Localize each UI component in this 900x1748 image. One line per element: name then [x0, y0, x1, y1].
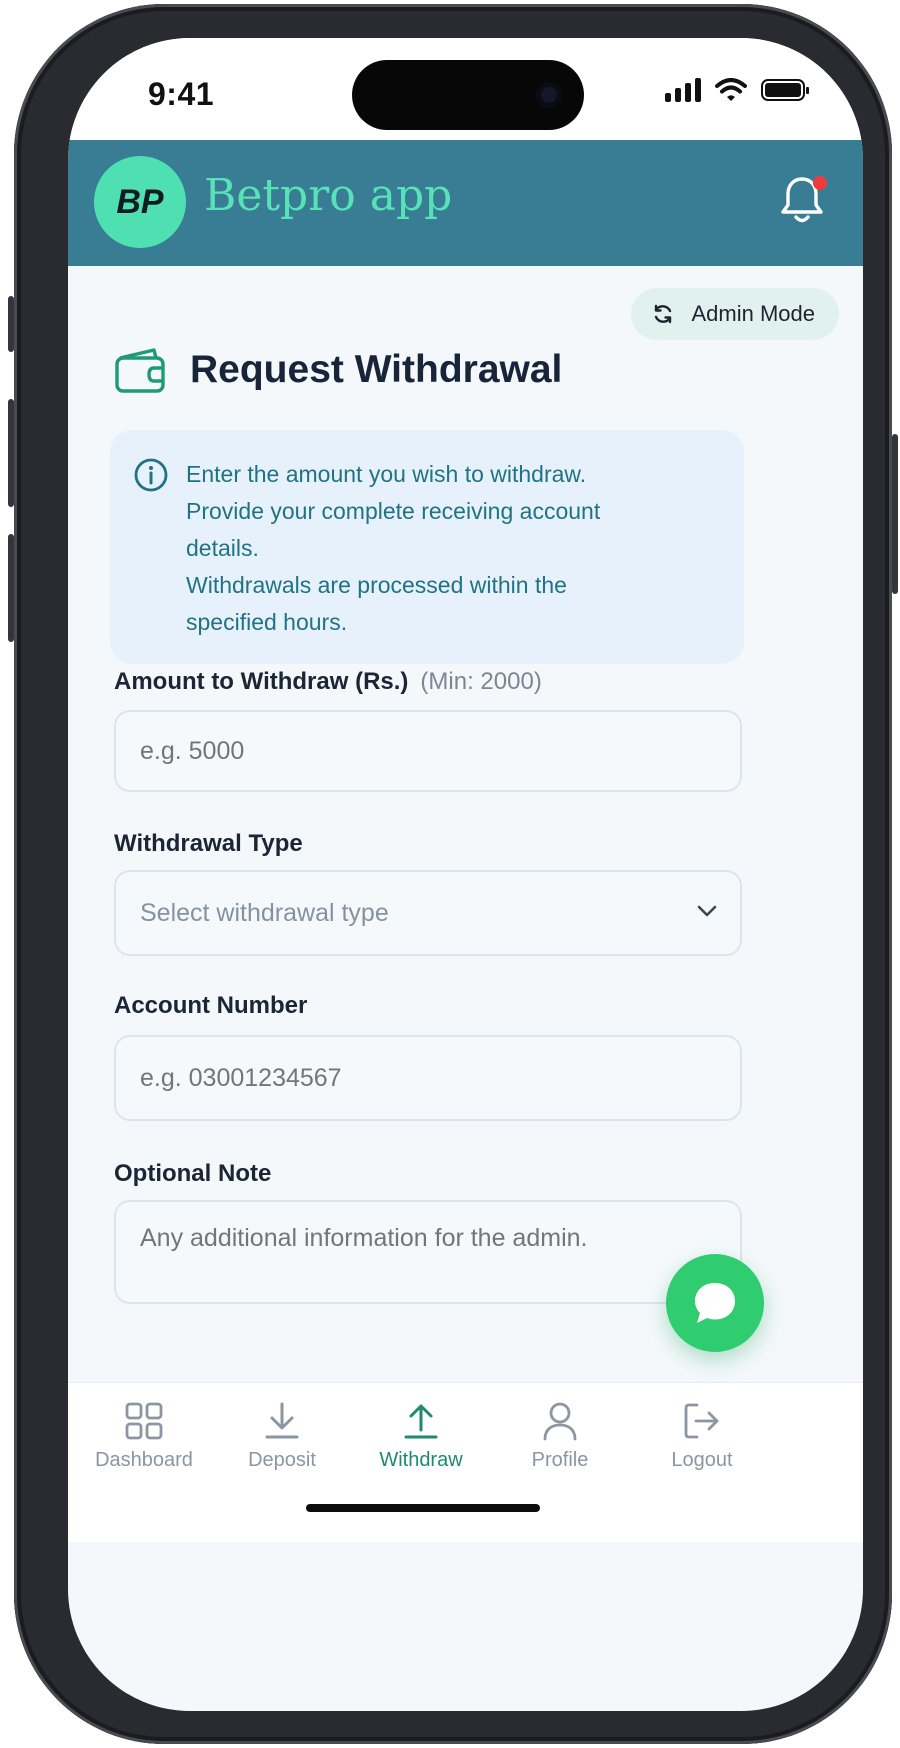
amount-label: Amount to Withdraw (Rs.) (Min: 2000)	[114, 668, 542, 696]
action-button	[8, 296, 14, 352]
status-time: 9:41	[148, 76, 215, 112]
nav-dashboard[interactable]: Dashboard	[74, 1401, 214, 1472]
cellular-signal-icon	[665, 78, 701, 102]
optional-note-textarea[interactable]	[114, 1200, 742, 1304]
amount-label-text: Amount to Withdraw (Rs.)	[114, 668, 409, 695]
nav-deposit[interactable]: Deposit	[212, 1401, 352, 1472]
nav-label: Dashboard	[95, 1449, 193, 1471]
optional-note-label: Optional Note	[114, 1160, 272, 1187]
grid-icon	[125, 1402, 163, 1440]
wifi-icon	[715, 78, 747, 101]
nav-logout[interactable]: Logout	[632, 1401, 772, 1472]
nav-label: Withdraw	[379, 1449, 463, 1471]
info-line: details.	[186, 535, 259, 561]
account-number-label: Account Number	[114, 992, 308, 1019]
volume-up-button	[8, 399, 14, 507]
chat-bubble-icon	[695, 1283, 735, 1323]
amount-min-hint: (Min: 2000)	[420, 668, 542, 695]
bottom-nav: Dashboard Deposit Withdraw Profile Logou…	[68, 1382, 863, 1542]
power-button	[892, 434, 898, 594]
wallet-icon	[115, 348, 165, 393]
phone-frame: 9:41 BP Betpro app Admin Mode Request Wi…	[8, 4, 898, 1744]
app-logo[interactable]: BP	[94, 156, 186, 248]
section-header: Request Withdrawal	[114, 346, 562, 394]
nav-label: Deposit	[248, 1449, 316, 1471]
dynamic-island	[352, 60, 584, 130]
admin-mode-label: Admin Mode	[691, 301, 815, 326]
page-title: Request Withdrawal	[190, 348, 563, 391]
withdrawal-type-value: Select withdrawal type	[140, 898, 389, 927]
status-icons	[665, 78, 809, 102]
amount-input[interactable]	[114, 710, 742, 792]
nav-label: Profile	[531, 1449, 589, 1471]
logout-icon	[684, 1403, 719, 1439]
user-icon	[543, 1402, 577, 1441]
withdrawal-type-label: Withdrawal Type	[114, 830, 303, 857]
download-icon	[265, 1402, 299, 1439]
chat-button[interactable]	[666, 1254, 764, 1352]
chevron-down-icon	[697, 905, 717, 917]
nav-withdraw[interactable]: Withdraw	[351, 1401, 491, 1472]
account-number-input[interactable]	[114, 1035, 742, 1121]
withdrawal-type-select[interactable]: Select withdrawal type	[114, 870, 742, 956]
nav-profile[interactable]: Profile	[490, 1401, 630, 1472]
info-line: Provide your complete receiving account	[186, 498, 601, 524]
upload-icon	[404, 1404, 438, 1439]
battery-icon	[761, 79, 809, 101]
admin-mode-toggle[interactable]: Admin Mode	[631, 288, 839, 340]
front-camera	[536, 82, 562, 108]
notification-badge	[813, 176, 827, 190]
refresh-icon	[655, 304, 672, 324]
status-bar: 9:41	[68, 38, 863, 140]
info-line: Withdrawals are processed within the	[186, 572, 567, 598]
info-line: Enter the amount you wish to withdraw.	[186, 461, 587, 487]
nav-label: Logout	[671, 1449, 733, 1471]
app-name: Betpro app	[204, 170, 453, 221]
app-header: BP Betpro app	[68, 140, 863, 266]
volume-down-button	[8, 534, 14, 642]
home-indicator[interactable]	[306, 1504, 540, 1512]
phone-screen: 9:41 BP Betpro app Admin Mode Request Wi…	[68, 38, 863, 1711]
info-box: Enter the amount you wish to withdraw. P…	[110, 430, 744, 664]
info-line: specified hours.	[186, 609, 348, 635]
info-icon	[134, 458, 168, 492]
